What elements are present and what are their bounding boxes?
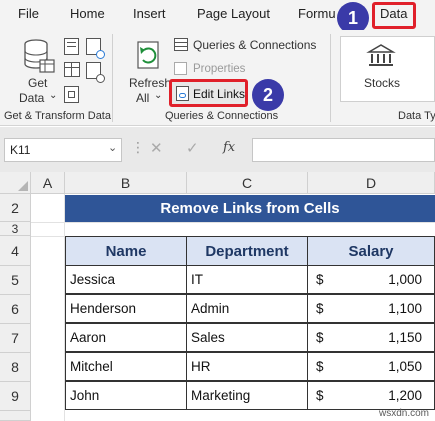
database-icon bbox=[24, 39, 55, 73]
cell-department[interactable]: HR bbox=[186, 352, 308, 381]
queries-icon bbox=[174, 38, 188, 51]
column-header-a[interactable]: A bbox=[31, 172, 65, 194]
group-label-data-types: Data Ty bbox=[398, 110, 435, 122]
salary-value: 1,150 bbox=[388, 330, 422, 345]
salary-value: 1,100 bbox=[388, 301, 422, 316]
tab-data[interactable]: Data bbox=[380, 6, 407, 21]
tab-file[interactable]: File bbox=[18, 6, 39, 21]
from-text-icon[interactable] bbox=[64, 38, 79, 55]
header-cell-department[interactable]: Department bbox=[186, 236, 308, 266]
queries-connections-label: Queries & Connections bbox=[193, 38, 317, 52]
cell-salary[interactable]: $ 1,050 bbox=[307, 352, 435, 381]
row-header-5[interactable]: 5 bbox=[0, 266, 31, 295]
cell-salary[interactable]: $ 1,200 bbox=[307, 381, 435, 410]
ribbon-separator bbox=[112, 34, 113, 122]
watermark: wsxdn.com bbox=[378, 408, 429, 419]
header-cell-name[interactable]: Name bbox=[65, 236, 187, 266]
gridline bbox=[31, 222, 435, 223]
cell-name[interactable]: Mitchel bbox=[65, 352, 187, 381]
stocks-label: Stocks bbox=[364, 76, 401, 90]
row-header-6[interactable]: 6 bbox=[0, 295, 31, 324]
from-web-icon[interactable] bbox=[86, 38, 105, 59]
row-header-10[interactable] bbox=[0, 411, 31, 421]
tab-formulas[interactable]: Formu bbox=[298, 6, 336, 21]
name-box-chevron-icon[interactable]: ⌄ bbox=[108, 141, 117, 154]
cancel-icon[interactable]: ✕ bbox=[150, 139, 163, 157]
edit-links-button[interactable]: Edit Links bbox=[169, 79, 248, 107]
cell-department[interactable]: Sales bbox=[186, 323, 308, 352]
column-header-b[interactable]: B bbox=[65, 172, 187, 194]
group-label-get-transform: Get & Transform Data bbox=[4, 110, 111, 122]
currency-symbol: $ bbox=[316, 301, 324, 316]
recent-sources-icon[interactable] bbox=[86, 62, 105, 83]
tab-page-layout[interactable]: Page Layout bbox=[197, 6, 270, 21]
properties-button[interactable]: Properties bbox=[174, 60, 264, 78]
fx-icon[interactable]: fx bbox=[223, 140, 235, 155]
group-label-queries: Queries & Connections bbox=[165, 110, 279, 122]
get-data-button[interactable]: Get Data ⌄ bbox=[18, 34, 62, 106]
column-header-d[interactable]: D bbox=[308, 172, 435, 194]
existing-connections-icon[interactable] bbox=[64, 86, 79, 103]
column-header-c[interactable]: C bbox=[187, 172, 308, 194]
cell-name[interactable]: Jessica bbox=[65, 265, 187, 294]
tab-home[interactable]: Home bbox=[70, 6, 105, 21]
edit-links-icon bbox=[176, 86, 189, 101]
stocks-data-type-button[interactable]: Stocks bbox=[340, 36, 435, 102]
step-badge-2: 2 bbox=[252, 79, 284, 111]
row-header-4[interactable]: 4 bbox=[0, 236, 31, 266]
header-cell-salary[interactable]: Salary bbox=[307, 236, 435, 266]
cell-department[interactable]: Admin bbox=[186, 294, 308, 323]
get-data-label-2: Data bbox=[19, 91, 45, 105]
row-header-8[interactable]: 8 bbox=[0, 353, 31, 382]
select-all-corner[interactable] bbox=[0, 172, 31, 194]
currency-symbol: $ bbox=[316, 359, 324, 374]
more-options-icon[interactable]: ⋮ bbox=[131, 139, 145, 156]
row-header-3[interactable]: 3 bbox=[0, 222, 31, 236]
name-box[interactable]: K11 bbox=[4, 138, 122, 162]
formula-input[interactable] bbox=[252, 138, 435, 162]
refresh-all-button[interactable]: Refresh All ⌄ bbox=[126, 34, 172, 106]
ribbon-separator bbox=[330, 34, 331, 122]
properties-icon bbox=[174, 62, 187, 75]
cell-salary[interactable]: $ 1,150 bbox=[307, 323, 435, 352]
cell-salary[interactable]: $ 1,000 bbox=[307, 265, 435, 294]
cell-department[interactable]: Marketing bbox=[186, 381, 308, 410]
row-header-2[interactable]: 2 bbox=[0, 194, 31, 222]
cell-name[interactable]: John bbox=[65, 381, 187, 410]
cell-name[interactable]: Henderson bbox=[65, 294, 187, 323]
row-header-9[interactable]: 9 bbox=[0, 382, 31, 411]
menu-bar: File Home Insert Page Layout Formu Data bbox=[0, 0, 435, 30]
edit-links-label: Edit Links bbox=[193, 87, 246, 101]
salary-value: 1,200 bbox=[388, 388, 422, 403]
enter-icon[interactable]: ✓ bbox=[186, 139, 199, 157]
chevron-down-icon: ⌄ bbox=[49, 90, 58, 101]
cell-department[interactable]: IT bbox=[186, 265, 308, 294]
currency-symbol: $ bbox=[316, 388, 324, 403]
refresh-label-1: Refresh bbox=[129, 76, 172, 90]
currency-symbol: $ bbox=[316, 272, 324, 287]
salary-value: 1,050 bbox=[388, 359, 422, 374]
salary-value: 1,000 bbox=[388, 272, 422, 287]
refresh-icon bbox=[137, 41, 159, 69]
cell-name[interactable]: Aaron bbox=[65, 323, 187, 352]
from-table-icon[interactable] bbox=[64, 62, 80, 77]
cell-salary[interactable]: $ 1,100 bbox=[307, 294, 435, 323]
queries-connections-button[interactable]: Queries & Connections bbox=[174, 36, 324, 54]
chevron-down-icon: ⌄ bbox=[154, 90, 163, 101]
formula-bar: K11 ⌄ ⋮ ✕ ✓ fx bbox=[0, 127, 435, 172]
table-title-cell[interactable]: Remove Links from Cells bbox=[65, 195, 435, 222]
tab-insert[interactable]: Insert bbox=[133, 6, 166, 21]
currency-symbol: $ bbox=[316, 330, 324, 345]
refresh-label-2: All bbox=[136, 91, 150, 105]
corner-triangle-icon bbox=[18, 181, 28, 191]
properties-label: Properties bbox=[193, 63, 246, 75]
bank-icon bbox=[366, 44, 396, 66]
row-header-7[interactable]: 7 bbox=[0, 324, 31, 353]
get-data-label-1: Get bbox=[28, 76, 48, 90]
